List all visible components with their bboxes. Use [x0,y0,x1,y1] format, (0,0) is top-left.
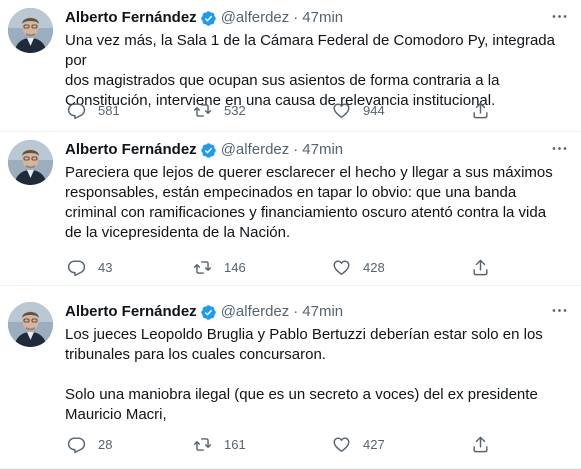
tweet[interactable]: Alberto Fernández @alferdez · 47min Pare… [0,132,581,286]
retweet-count: 161 [224,436,246,452]
timestamp[interactable]: 47min [302,8,343,28]
retweet-button[interactable]: 161 [193,432,246,456]
tweet-actions: 581 532 944 [60,98,500,122]
avatar[interactable] [8,302,53,347]
tweet-text: Pareciera que lejos de querer esclarecer… [65,164,553,241]
reply-icon [67,435,86,454]
retweet-count: 146 [224,259,246,275]
reply-icon [67,101,86,120]
timestamp[interactable]: 47min [302,302,343,322]
reply-icon [67,258,86,277]
share-icon [471,101,490,120]
author-handle[interactable]: @alferdez [221,140,290,160]
like-count: 427 [363,436,385,452]
reply-count: 581 [98,102,120,118]
retweet-icon [193,101,212,120]
more-icon[interactable] [547,138,571,158]
tweet-header: Alberto Fernández @alferdez · 47min [65,8,343,28]
reply-count: 28 [98,436,113,452]
separator: · [293,9,299,26]
share-icon [471,258,490,277]
share-button[interactable] [471,255,490,279]
reply-count: 43 [98,259,113,275]
author-name[interactable]: Alberto Fernández [65,302,197,322]
tweet-actions: 43 146 428 [60,255,500,279]
avatar[interactable] [8,8,53,53]
share-button[interactable] [471,432,490,456]
like-count: 428 [363,259,385,275]
separator: · [293,303,299,320]
author-name[interactable]: Alberto Fernández [65,140,197,160]
more-icon[interactable] [547,6,571,26]
retweet-icon [193,435,212,454]
author-name[interactable]: Alberto Fernández [65,8,197,28]
author-handle[interactable]: @alferdez [221,8,290,28]
author-handle[interactable]: @alferdez [221,302,290,322]
retweet-button[interactable]: 146 [193,255,246,279]
tweet[interactable]: Alberto Fernández @alferdez · 47min Una … [0,0,581,132]
verified-badge-icon [200,304,217,321]
heart-icon [332,435,351,454]
like-count: 944 [363,102,385,118]
retweet-icon [193,258,212,277]
like-button[interactable]: 944 [332,98,385,122]
share-button[interactable] [471,98,490,122]
reply-button[interactable]: 43 [67,255,112,279]
tweet-text: Los jueces Leopoldo Bruglia y Pablo Bert… [65,326,543,423]
tweet-header: Alberto Fernández @alferdez · 47min [65,140,343,160]
timestamp[interactable]: 47min [302,140,343,160]
retweet-count: 532 [224,102,246,118]
separator: · [293,141,299,158]
share-icon [471,435,490,454]
heart-icon [332,258,351,277]
retweet-button[interactable]: 532 [193,98,246,122]
like-button[interactable]: 428 [332,255,385,279]
verified-badge-icon [200,10,217,27]
avatar[interactable] [8,140,53,185]
tweet-header: Alberto Fernández @alferdez · 47min [65,302,343,322]
reply-button[interactable]: 581 [67,98,120,122]
tweet[interactable]: Alberto Fernández @alferdez · 47min Los … [0,294,581,469]
heart-icon [332,101,351,120]
like-button[interactable]: 427 [332,432,385,456]
verified-badge-icon [200,142,217,159]
more-icon[interactable] [547,300,571,320]
tweet-actions: 28 161 427 [60,432,500,456]
reply-button[interactable]: 28 [67,432,112,456]
